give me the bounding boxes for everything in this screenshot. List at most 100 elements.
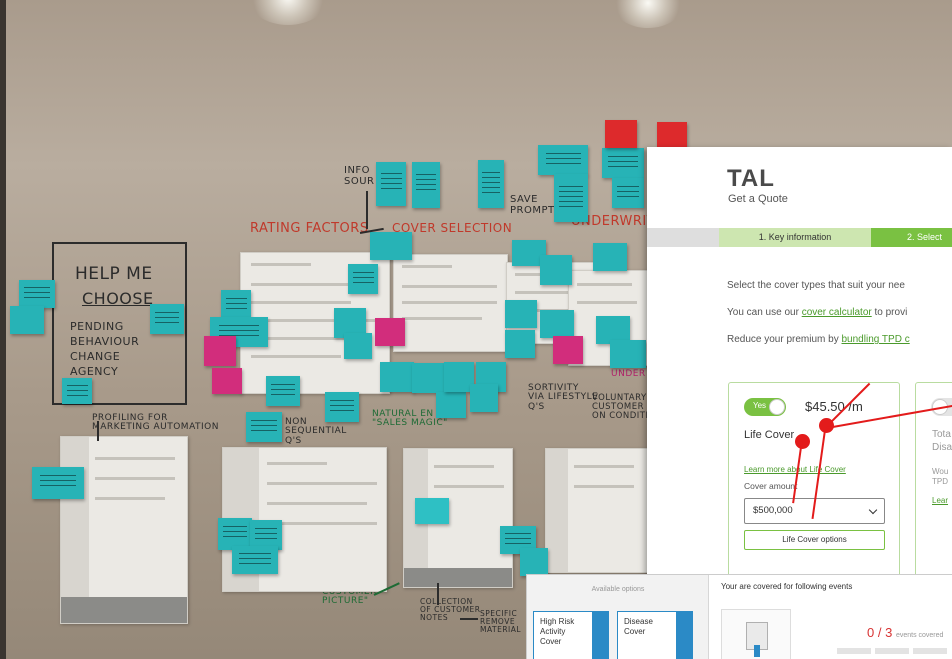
board-frame [0, 0, 6, 659]
note-save-prompt: SAVE PROMPT? [510, 194, 561, 216]
help-me-title-1: HELP ME [75, 264, 153, 284]
help-me-body: PENDING BEHAVIOUR CHANGE AGENCY [70, 320, 140, 378]
option-disease-cover[interactable]: Disease Cover [617, 611, 693, 659]
sticky-note [375, 318, 405, 346]
sticky-note [10, 306, 44, 334]
wireframe-sheet [60, 436, 188, 624]
tpd-learn-more-link[interactable]: Lear [932, 496, 948, 505]
sticky-note [436, 392, 466, 418]
life-cover-price: $45.50 /m [805, 399, 863, 414]
sticky-note [412, 162, 440, 208]
tpd-title: Tota Disa [932, 429, 952, 454]
sticky-note [62, 378, 92, 404]
sticky-note [380, 362, 414, 392]
life-cover-options-button[interactable]: Life Cover options [744, 530, 885, 550]
life-cover-card: Yes $45.50 /m Life Cover Learn more abou… [728, 382, 900, 579]
step-select[interactable]: 2. Select [871, 228, 952, 247]
events-counter: 0 / 3 events covered [867, 625, 943, 640]
sticky-note [538, 145, 588, 175]
coverage-screen: Available options High Risk Activity Cov… [526, 574, 952, 659]
bundle-text: Reduce your premium by bundling TPD c [727, 334, 910, 345]
option-high-risk-activity[interactable]: High Risk Activity Cover [533, 611, 609, 659]
sticky-note [470, 384, 498, 412]
progress-segment [875, 648, 909, 654]
note-specific: SPECIFIC REMOVE MATERIAL [480, 609, 522, 634]
sticky-note [150, 304, 184, 334]
progress-segment [913, 648, 947, 654]
learn-more-life-cover-link[interactable]: Learn more about Life Cover [744, 465, 846, 474]
calculator-text: You can use our cover calculator to prov… [727, 307, 907, 318]
sticky-note [540, 255, 572, 285]
sticky-note [415, 498, 449, 524]
option-stripe [676, 612, 692, 659]
help-me-title-2: CHOOSE [82, 289, 154, 308]
events-progress-bars [837, 648, 952, 654]
wireframe-sheet [545, 448, 648, 573]
cover-amount-value: $500,000 [753, 505, 793, 516]
bundle-prefix: Reduce your premium by [727, 334, 842, 345]
heading-rating-factors: RATING FACTORS [250, 221, 369, 236]
option-label: High Risk Activity Cover [540, 617, 575, 646]
note-non-sequential: NON SEQUENTIAL Q'S [285, 417, 347, 446]
events-count: 0 [867, 625, 875, 640]
sticky-note [602, 148, 644, 178]
sticky-note [412, 363, 446, 393]
covered-events-title: Your are covered for following events [721, 582, 853, 591]
sticky-note [212, 368, 242, 394]
sticky-note [554, 174, 588, 222]
tpd-text-line-2: TPD [932, 477, 948, 486]
sticky-note [232, 546, 278, 574]
bundling-tpd-link[interactable]: bundling TPD c [842, 334, 910, 345]
sticky-note [32, 467, 84, 499]
toggle-knob [769, 399, 785, 415]
sticky-note [505, 330, 535, 358]
sticky-note [325, 392, 359, 422]
sticky-note [370, 232, 412, 260]
tpd-title-line-1: Tota [932, 429, 951, 440]
events-total: / 3 [877, 625, 893, 640]
option-label: Disease Cover [624, 617, 653, 636]
progress-steps: 1. Key information 2. Select [647, 228, 952, 247]
sticky-note [376, 162, 406, 206]
marker-arrow [437, 583, 439, 605]
heading-info: INFO SOUR [344, 165, 375, 187]
sticky-note [593, 243, 627, 271]
sticky-note [348, 264, 378, 294]
intro-text: Select the cover types that suit your ne… [727, 280, 905, 291]
sticky-note [204, 336, 236, 366]
life-cover-title: Life Cover [744, 429, 795, 441]
cover-calculator-link[interactable]: cover calculator [802, 307, 872, 318]
life-cover-toggle[interactable]: Yes [744, 398, 786, 416]
tpd-title-line-2: Disa [932, 441, 952, 453]
available-options-title: Available options [591, 586, 645, 593]
tpd-description: Wou TPD [932, 467, 948, 487]
progress-segment [837, 648, 871, 654]
step-key-information[interactable]: 1. Key information [719, 228, 871, 247]
sticky-note [344, 333, 372, 359]
ceiling-light-glare [612, 0, 684, 28]
toggle-yes-label: Yes [753, 401, 767, 410]
page-subtitle: Get a Quote [728, 193, 788, 205]
covered-events-box [721, 609, 791, 659]
sticky-note [19, 280, 55, 308]
marker-arrow [366, 191, 368, 229]
calculator-suffix: to provi [871, 307, 908, 318]
sticky-note [266, 376, 300, 406]
ceiling-light-glare [248, 0, 328, 25]
sticky-note [610, 340, 646, 368]
tpd-text-line-1: Wou [932, 467, 949, 476]
sticky-note [478, 160, 504, 208]
sticky-note [505, 300, 537, 328]
available-options-panel: Available options High Risk Activity Cov… [527, 575, 709, 659]
events-label: events covered [895, 632, 944, 639]
tal-logo: TAL [727, 165, 775, 192]
note-profiling: PROFILING FOR MARKETING AUTOMATION [92, 413, 219, 433]
note-sortivity: SORTIVITY VIA LIFESTYLE Q'S [528, 383, 599, 412]
sticky-note [540, 310, 574, 338]
sticky-note [612, 178, 644, 208]
cover-amount-label: Cover amount [744, 481, 798, 491]
marker-arrow [460, 618, 478, 620]
sticky-note [605, 120, 637, 148]
sticky-note [246, 412, 282, 442]
option-stripe [592, 612, 608, 659]
